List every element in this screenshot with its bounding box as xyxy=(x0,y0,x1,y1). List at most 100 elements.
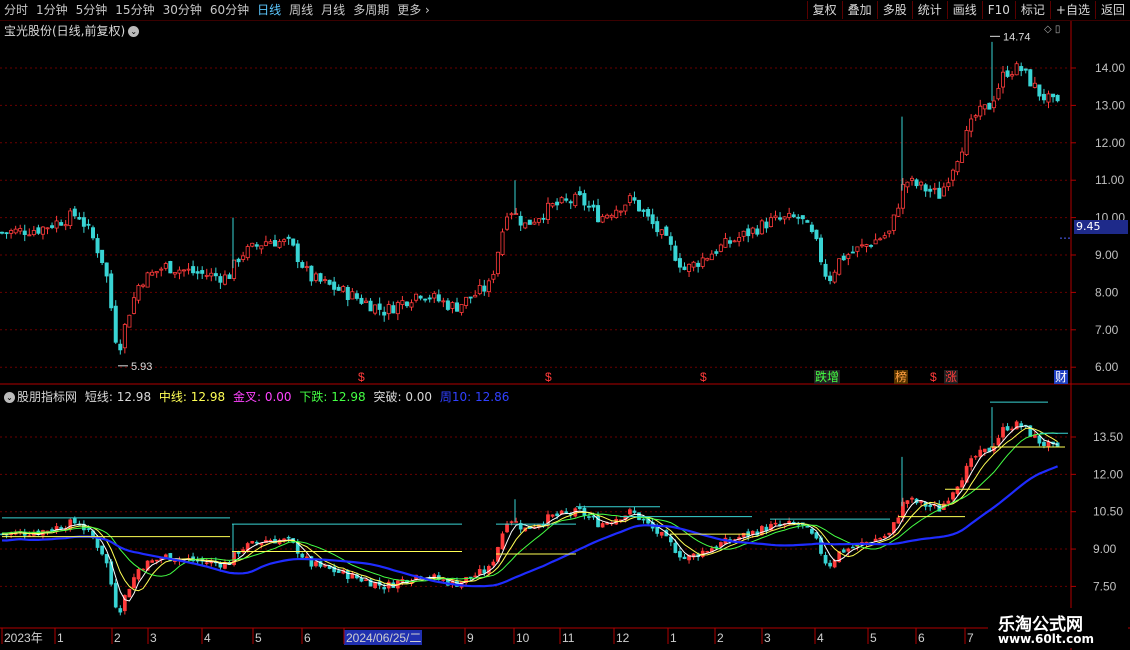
candle-body xyxy=(495,251,500,275)
event-marker-4: 榜 xyxy=(895,369,907,384)
candle-body xyxy=(491,274,496,280)
period-tab-9[interactable]: 多周期 xyxy=(349,0,393,20)
toolbar-action-6[interactable]: 标记 xyxy=(1014,1,1050,19)
candle-body xyxy=(1014,63,1019,76)
candle-body xyxy=(77,216,82,220)
candle-body xyxy=(600,216,605,223)
high-price-label: 14.74 xyxy=(1003,31,1031,43)
candle-body xyxy=(627,195,632,203)
period-tab-3[interactable]: 15分钟 xyxy=(111,0,158,20)
price-tick-label: 6.00 xyxy=(1095,360,1119,374)
period-tab-10[interactable]: 更多 › xyxy=(393,0,434,20)
ind-candle-body xyxy=(254,541,259,544)
ind-candle-body xyxy=(505,523,509,533)
ind-candle-body xyxy=(564,511,569,513)
candle-body xyxy=(723,238,728,248)
top-toolbar: 分时 1分钟 5分钟 15分钟 30分钟 60分钟 日线 周线 月线 多周期 更多 › 复权 叠加 多股… xyxy=(0,0,1130,21)
golden-cross-label: 金叉: 0.00 xyxy=(232,390,292,404)
toolbar-action-8[interactable]: 返回 xyxy=(1094,1,1130,19)
ind-candle-body xyxy=(659,531,664,536)
candle-body xyxy=(819,237,824,263)
chevron-down-icon[interactable]: ⌄ xyxy=(128,26,140,37)
ind-candle-body xyxy=(305,556,309,559)
candle-body xyxy=(18,228,23,232)
candle-body xyxy=(181,269,186,272)
candle-body xyxy=(72,208,77,217)
toolbar-action-5[interactable]: F10 xyxy=(981,1,1015,19)
period-tab-1[interactable]: 1分钟 xyxy=(32,0,72,20)
stock-chart-canvas[interactable]: 14.0013.0012.0011.0010.009.008.007.006.0… xyxy=(0,0,1130,650)
diamond-icon[interactable]: ◇ xyxy=(1044,24,1052,35)
candle-body xyxy=(1055,94,1060,102)
candle-body xyxy=(445,300,450,310)
toolbar-action-2[interactable]: 多股 xyxy=(876,1,912,19)
ind-candle-body xyxy=(600,523,605,528)
candle-body xyxy=(828,275,833,282)
ind-candle-body xyxy=(705,551,710,553)
candle-body xyxy=(732,240,737,243)
candle-body xyxy=(40,226,45,235)
candle-body xyxy=(354,293,359,299)
candle-body xyxy=(891,214,896,231)
candle-body xyxy=(873,239,878,245)
ind-candle-body xyxy=(823,555,828,564)
toolbar-action-7[interactable]: +自选 xyxy=(1049,1,1095,19)
candle-body xyxy=(728,240,733,244)
period-tab-5[interactable]: 60分钟 xyxy=(206,0,253,20)
candle-body xyxy=(291,238,296,246)
period-tab-8[interactable]: 月线 xyxy=(317,0,349,20)
period-tab-4[interactable]: 30分钟 xyxy=(159,0,206,20)
toolbar-action-1[interactable]: 叠加 xyxy=(841,1,877,19)
ind-candle-body xyxy=(946,500,951,504)
ind-candle-body xyxy=(1005,426,1010,431)
candle-body xyxy=(104,262,109,277)
candle-body xyxy=(632,197,637,201)
candle-body xyxy=(386,304,391,315)
candle-body xyxy=(668,236,673,245)
candle-body xyxy=(955,161,960,173)
candle-body xyxy=(91,227,96,239)
period-tab-7[interactable]: 周线 xyxy=(285,0,317,20)
candle-body xyxy=(787,212,792,218)
period-tab-6[interactable]: 日线 xyxy=(253,0,285,20)
candle-body xyxy=(391,305,396,314)
ind-candle-body xyxy=(905,500,910,504)
period-tab-0[interactable]: 分时 xyxy=(0,0,32,20)
candle-body xyxy=(1046,93,1051,103)
event-marker-2: $ xyxy=(700,370,707,384)
candle-body xyxy=(159,268,164,271)
event-marker-3: 跌增 xyxy=(815,369,839,384)
candle-body xyxy=(646,209,651,217)
candle-body xyxy=(960,151,965,163)
price-tick-label: 9.00 xyxy=(1095,248,1119,262)
candle-body xyxy=(245,246,250,259)
candle-body xyxy=(336,286,341,291)
ind-candle-body xyxy=(637,512,641,520)
candle-body xyxy=(673,245,678,261)
toolbar-action-0[interactable]: 复权 xyxy=(806,1,842,19)
period-tab-2[interactable]: 5分钟 xyxy=(72,0,112,20)
candle-body xyxy=(332,281,337,290)
candle-body xyxy=(709,253,714,261)
candle-body xyxy=(714,251,719,254)
price-tick-label: 12.00 xyxy=(1095,136,1125,150)
candle-body xyxy=(855,246,860,252)
ind-candle-body xyxy=(382,586,387,590)
candle-body xyxy=(1005,70,1010,77)
candle-body xyxy=(86,223,91,226)
date-label: 3 xyxy=(150,631,157,645)
toolbar-action-3[interactable]: 统计 xyxy=(911,1,947,19)
candle-body xyxy=(800,215,805,220)
ind-candle-body xyxy=(136,569,141,580)
event-marker-0: $ xyxy=(358,370,365,384)
ind-candle-body xyxy=(509,521,514,523)
candle-body xyxy=(950,169,955,181)
window-icon[interactable]: ▯ xyxy=(1055,24,1061,35)
ind-candle-body xyxy=(1042,441,1046,446)
candle-body xyxy=(45,227,50,230)
toolbar-action-4[interactable]: 画线 xyxy=(946,1,982,19)
date-label: 7 xyxy=(967,631,974,645)
candle-body xyxy=(973,115,978,118)
chevron-down-icon[interactable]: ⌄ xyxy=(4,392,15,403)
toolbar-actions: 复权 叠加 多股 统计 画线 F10 标记 +自选 返回 xyxy=(806,0,1130,20)
